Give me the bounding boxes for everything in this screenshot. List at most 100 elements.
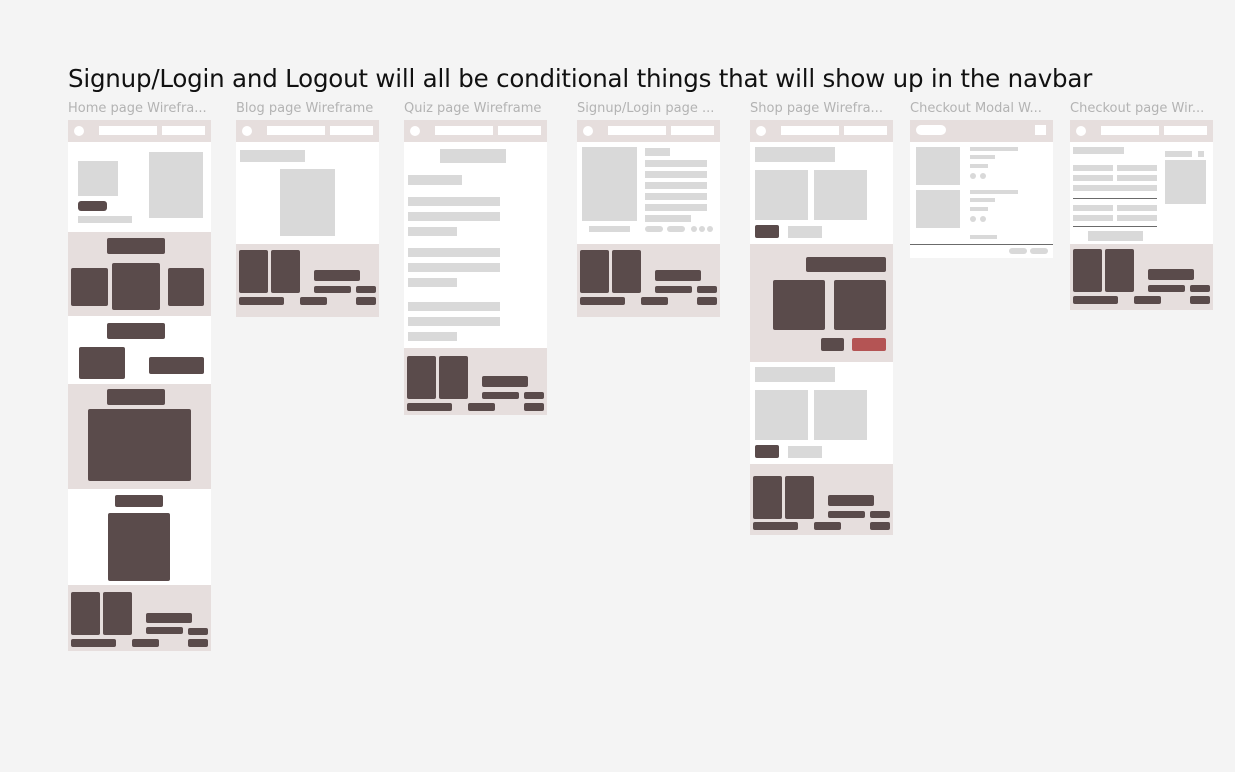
- footer-link: [132, 639, 159, 647]
- footer-block: [439, 356, 468, 399]
- modal-title: [916, 125, 946, 135]
- summary-image: [1165, 160, 1206, 204]
- canvas-note: Signup/Login and Logout will all be cond…: [68, 64, 1093, 93]
- social-icon: [707, 226, 713, 232]
- price-label: [788, 226, 822, 238]
- add-to-cart-button: [755, 445, 779, 458]
- footer-link: [870, 522, 890, 530]
- answer-line: [408, 302, 500, 311]
- logo-icon: [410, 126, 420, 136]
- signup-login-page-wireframe[interactable]: [577, 120, 720, 317]
- nav-link-bar: [671, 126, 714, 135]
- frame-label-home[interactable]: Home page Wirefra...: [68, 101, 208, 116]
- nav-link-bar: [608, 126, 666, 135]
- footer-block: [753, 476, 782, 519]
- form-field: [1073, 205, 1113, 211]
- nav-link-bar: [435, 126, 493, 135]
- nav-link-bar: [267, 126, 325, 135]
- nav-link-bar: [99, 126, 157, 135]
- footer-link: [239, 297, 284, 305]
- place-order-button: [1088, 231, 1143, 241]
- footer-link: [753, 522, 798, 530]
- about-button: [149, 357, 204, 374]
- text-line: [78, 216, 132, 223]
- footer-link: [1190, 296, 1210, 304]
- social-icon: [699, 226, 705, 232]
- form-field: [645, 204, 707, 211]
- checkout-page-wireframe[interactable]: [1070, 120, 1213, 310]
- frame-label-checkout-modal[interactable]: Checkout Modal W...: [910, 101, 1050, 116]
- nav-link-bar: [1101, 126, 1159, 135]
- footer-block: [239, 250, 268, 293]
- checkout-modal-wireframe[interactable]: [910, 120, 1053, 258]
- divider: [1073, 226, 1157, 227]
- product-image: [814, 390, 867, 440]
- footer-link: [580, 297, 625, 305]
- cart-item-image: [916, 190, 960, 228]
- form-field: [1117, 165, 1157, 171]
- section-title: [115, 495, 163, 507]
- featured-image: [834, 280, 886, 330]
- summary-icon: [1198, 151, 1204, 157]
- product-image: [814, 170, 867, 220]
- form-field: [1073, 165, 1113, 171]
- footer-link: [188, 639, 208, 647]
- shop-page-wireframe[interactable]: [750, 120, 893, 535]
- footer-block: [407, 356, 436, 399]
- nav-link-bar: [330, 126, 373, 135]
- frame-label-blog[interactable]: Blog page Wireframe: [236, 101, 376, 116]
- qty-icon: [980, 173, 986, 179]
- footer-link: [870, 511, 890, 518]
- footer-link: [356, 297, 376, 305]
- blog-image: [280, 169, 335, 236]
- quiz-page-wireframe[interactable]: [404, 120, 547, 415]
- section-title: [107, 238, 165, 254]
- product-image: [755, 390, 808, 440]
- form-link: [589, 226, 630, 232]
- footer-link: [482, 392, 519, 399]
- answer-line: [408, 197, 500, 206]
- footer-link: [482, 376, 528, 387]
- footer-block: [580, 250, 609, 293]
- answer-line: [408, 278, 457, 287]
- question-line: [408, 175, 462, 185]
- logo-icon: [74, 126, 84, 136]
- frame-label-signup[interactable]: Signup/Login page ...: [577, 101, 717, 116]
- frame-label-quiz[interactable]: Quiz page Wireframe: [404, 101, 544, 116]
- blog-page-wireframe[interactable]: [236, 120, 379, 317]
- footer-link: [300, 297, 327, 305]
- form-button: [645, 226, 663, 232]
- featured-title: [806, 257, 886, 272]
- form-field: [645, 171, 707, 178]
- logo-icon: [583, 126, 593, 136]
- login-image: [582, 147, 637, 221]
- total-line: [970, 235, 997, 239]
- answer-line: [408, 248, 500, 257]
- footer-link: [356, 286, 376, 293]
- footer-block: [103, 592, 132, 635]
- frame-label-checkout-page[interactable]: Checkout page Wir...: [1070, 101, 1210, 116]
- footer-link: [1134, 296, 1161, 304]
- footer-link: [407, 403, 452, 411]
- feature-card: [112, 263, 160, 310]
- nav-link-bar: [781, 126, 839, 135]
- footer-block: [271, 250, 300, 293]
- cart-item-image: [916, 147, 960, 185]
- frame-label-shop[interactable]: Shop page Wirefra...: [750, 101, 890, 116]
- form-field: [1117, 205, 1157, 211]
- footer-block: [785, 476, 814, 519]
- footer-link: [71, 639, 116, 647]
- cart-item-line: [970, 164, 988, 168]
- add-to-cart-button: [755, 225, 779, 238]
- buy-now-button: [852, 338, 886, 351]
- social-icon: [691, 226, 697, 232]
- answer-line: [408, 332, 457, 341]
- footer-link: [697, 297, 717, 305]
- home-page-wireframe[interactable]: [68, 120, 211, 651]
- footer-block: [612, 250, 641, 293]
- cart-item-line: [970, 207, 988, 211]
- answer-line: [408, 263, 500, 272]
- answer-line: [408, 212, 500, 221]
- footer-link: [641, 297, 668, 305]
- footer-link: [655, 270, 701, 281]
